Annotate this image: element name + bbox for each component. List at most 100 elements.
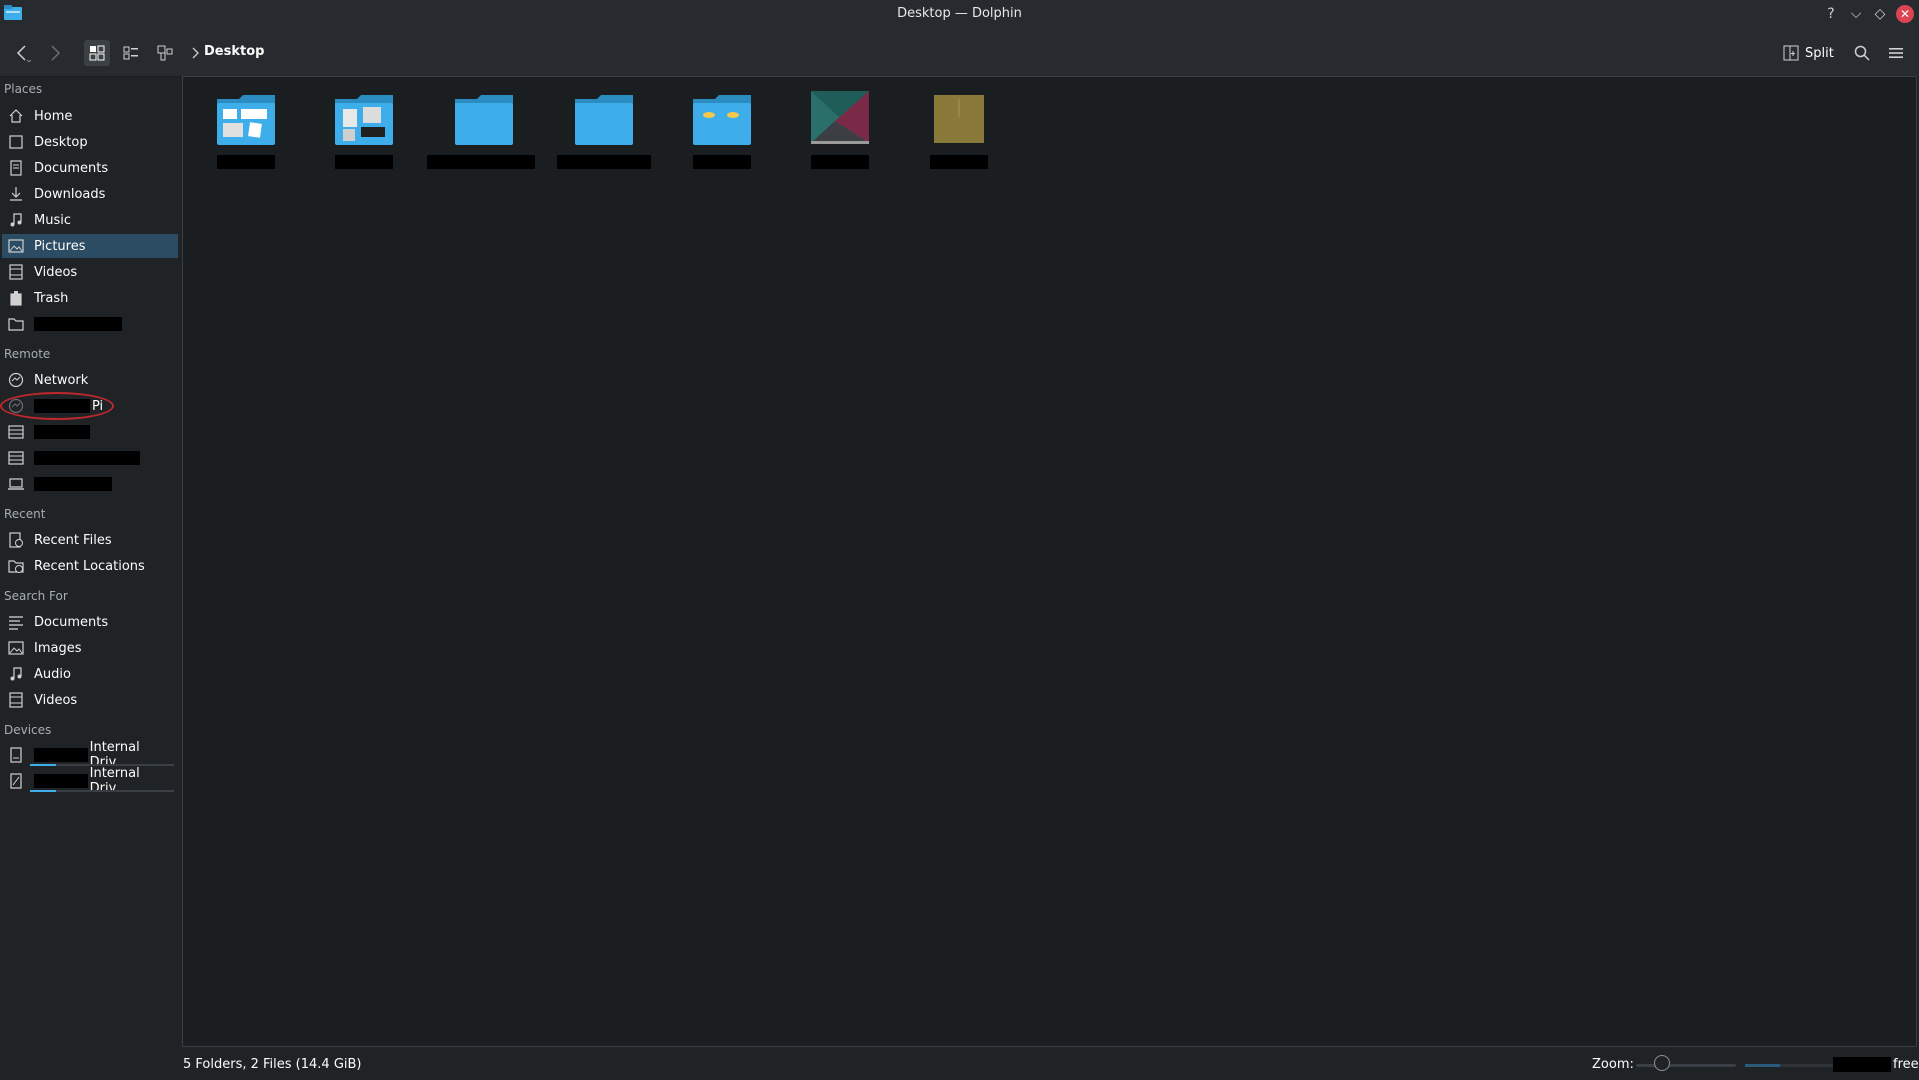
folder-special-icon [693, 95, 751, 145]
breadcrumb-chevron-icon [192, 47, 199, 59]
sidebar-item-server-1[interactable] [2, 420, 178, 444]
file-label-redacted [811, 155, 869, 169]
sidebar-item-documents[interactable]: Documents [2, 156, 178, 180]
file-label-redacted [557, 155, 651, 169]
zoom-slider-track[interactable] [1636, 1064, 1736, 1067]
sidebar-item-recent-locations[interactable]: Recent Locations [2, 554, 178, 578]
videos-icon [8, 264, 24, 280]
pictures-icon [8, 238, 24, 254]
file-label-redacted [427, 155, 535, 169]
file-label-redacted [335, 155, 393, 169]
images-icon [8, 640, 24, 656]
free-space-bar [1745, 1064, 1833, 1067]
places-panel: Places Home Desktop Documents Downloads … [0, 77, 182, 1047]
drive-2-usage-bar [30, 790, 174, 792]
devices-section-title: Devices [4, 723, 52, 737]
drive-icon [8, 747, 24, 763]
redacted-label [34, 748, 88, 762]
compact-view-button[interactable] [152, 40, 178, 66]
redacted-label [34, 317, 122, 331]
folder-icon [575, 95, 633, 145]
file-item-folder-3[interactable] [427, 91, 539, 181]
file-item-folder-2[interactable] [309, 91, 419, 181]
sidebar-item-videos[interactable]: Videos [2, 260, 178, 284]
file-item-folder-1[interactable] [191, 91, 301, 181]
maximize-button[interactable]: ◇ [1871, 5, 1889, 23]
home-icon [8, 108, 24, 124]
sidebar-item-label: Videos [34, 692, 78, 708]
sidebar-item-laptop[interactable] [2, 472, 178, 496]
folder-icon [8, 316, 24, 332]
sidebar-item-label: Audio [34, 666, 71, 682]
sidebar-item-label: Recent Locations [34, 558, 145, 574]
breadcrumb-desktop[interactable]: Desktop [204, 44, 264, 59]
minimize-button[interactable]: ⌵ [1847, 5, 1865, 23]
sidebar-item-label: Documents [34, 160, 109, 176]
hamburger-menu-icon [1889, 48, 1903, 58]
icons-view-button[interactable] [84, 40, 110, 66]
details-view-button[interactable] [118, 40, 144, 66]
downloads-icon [8, 186, 24, 202]
details-view-icon [123, 46, 138, 60]
sidebar-item-search-documents[interactable]: Documents [2, 610, 178, 634]
hamburger-menu-button[interactable] [1883, 40, 1909, 66]
sidebar-item-label: Images [34, 640, 82, 656]
document-file-icon [934, 95, 984, 143]
forward-button[interactable] [42, 40, 68, 66]
close-button[interactable]: ✕ [1896, 5, 1914, 23]
redacted-label [34, 477, 112, 491]
file-label-redacted [693, 155, 751, 169]
redacted-label [34, 451, 140, 465]
server-icon [8, 424, 24, 440]
sidebar-item-label: Recent Files [34, 532, 112, 548]
title-bar[interactable]: Desktop — Dolphin ? ⌵ ◇ ✕ [0, 0, 1919, 28]
folder-documents-icon [217, 95, 275, 145]
recent-locations-icon [8, 558, 24, 574]
help-button[interactable]: ? [1822, 5, 1840, 23]
file-item-document-file[interactable] [904, 91, 1014, 181]
sidebar-item-trash[interactable]: Trash [2, 286, 178, 310]
sidebar-item-pictures[interactable]: Pictures [2, 234, 178, 258]
sidebar-item-search-images[interactable]: Images [2, 636, 178, 660]
sidebar-item-redacted-folder[interactable] [2, 312, 178, 336]
file-item-image-file[interactable] [785, 91, 895, 181]
sidebar-item-search-videos[interactable]: Videos [2, 688, 178, 712]
folder-summary: 5 Folders, 2 Files (14.4 GiB) [183, 1057, 362, 1072]
split-label: Split [1805, 45, 1834, 61]
text-documents-icon [8, 614, 24, 630]
file-item-folder-4[interactable] [549, 91, 659, 181]
icons-view-icon [89, 45, 105, 61]
places-section-title: Places [4, 82, 43, 96]
file-item-folder-5[interactable] [667, 91, 777, 181]
sidebar-item-label: Network [34, 372, 89, 388]
free-space-label: free [1893, 1057, 1919, 1072]
sidebar-item-desktop[interactable]: Desktop [2, 130, 178, 154]
back-button[interactable] [10, 40, 36, 66]
search-icon [1854, 45, 1870, 61]
redacted-label [34, 425, 90, 439]
file-view[interactable] [182, 76, 1917, 1047]
search-button[interactable] [1849, 40, 1875, 66]
split-view-icon [1783, 45, 1799, 61]
zoom-label: Zoom: [1592, 1057, 1634, 1072]
recent-section-title: Recent [4, 507, 46, 521]
zoom-slider-handle[interactable] [1654, 1055, 1670, 1071]
sidebar-item-label: Documents [34, 614, 109, 630]
music-icon [8, 212, 24, 228]
sidebar-item-server-2[interactable] [2, 446, 178, 470]
sidebar-item-recent-files[interactable]: Recent Files [2, 528, 178, 552]
sidebar-item-home[interactable]: Home [2, 104, 178, 128]
image-file-icon [811, 91, 869, 144]
drive-icon [8, 773, 24, 789]
sidebar-item-network[interactable]: Network [2, 368, 178, 392]
redacted-label [34, 774, 88, 788]
dolphin-window: Desktop — Dolphin ? ⌵ ◇ ✕ Desktop Split [0, 0, 1919, 1080]
file-label-redacted [217, 155, 275, 169]
trash-icon [8, 290, 24, 306]
status-bar: 5 Folders, 2 Files (14.4 GiB) Zoom: free [0, 1048, 1919, 1080]
sidebar-item-search-audio[interactable]: Audio [2, 662, 178, 686]
sidebar-item-music[interactable]: Music [2, 208, 178, 232]
split-button[interactable]: Split [1783, 40, 1834, 66]
back-icon [16, 45, 31, 62]
sidebar-item-downloads[interactable]: Downloads [2, 182, 178, 206]
